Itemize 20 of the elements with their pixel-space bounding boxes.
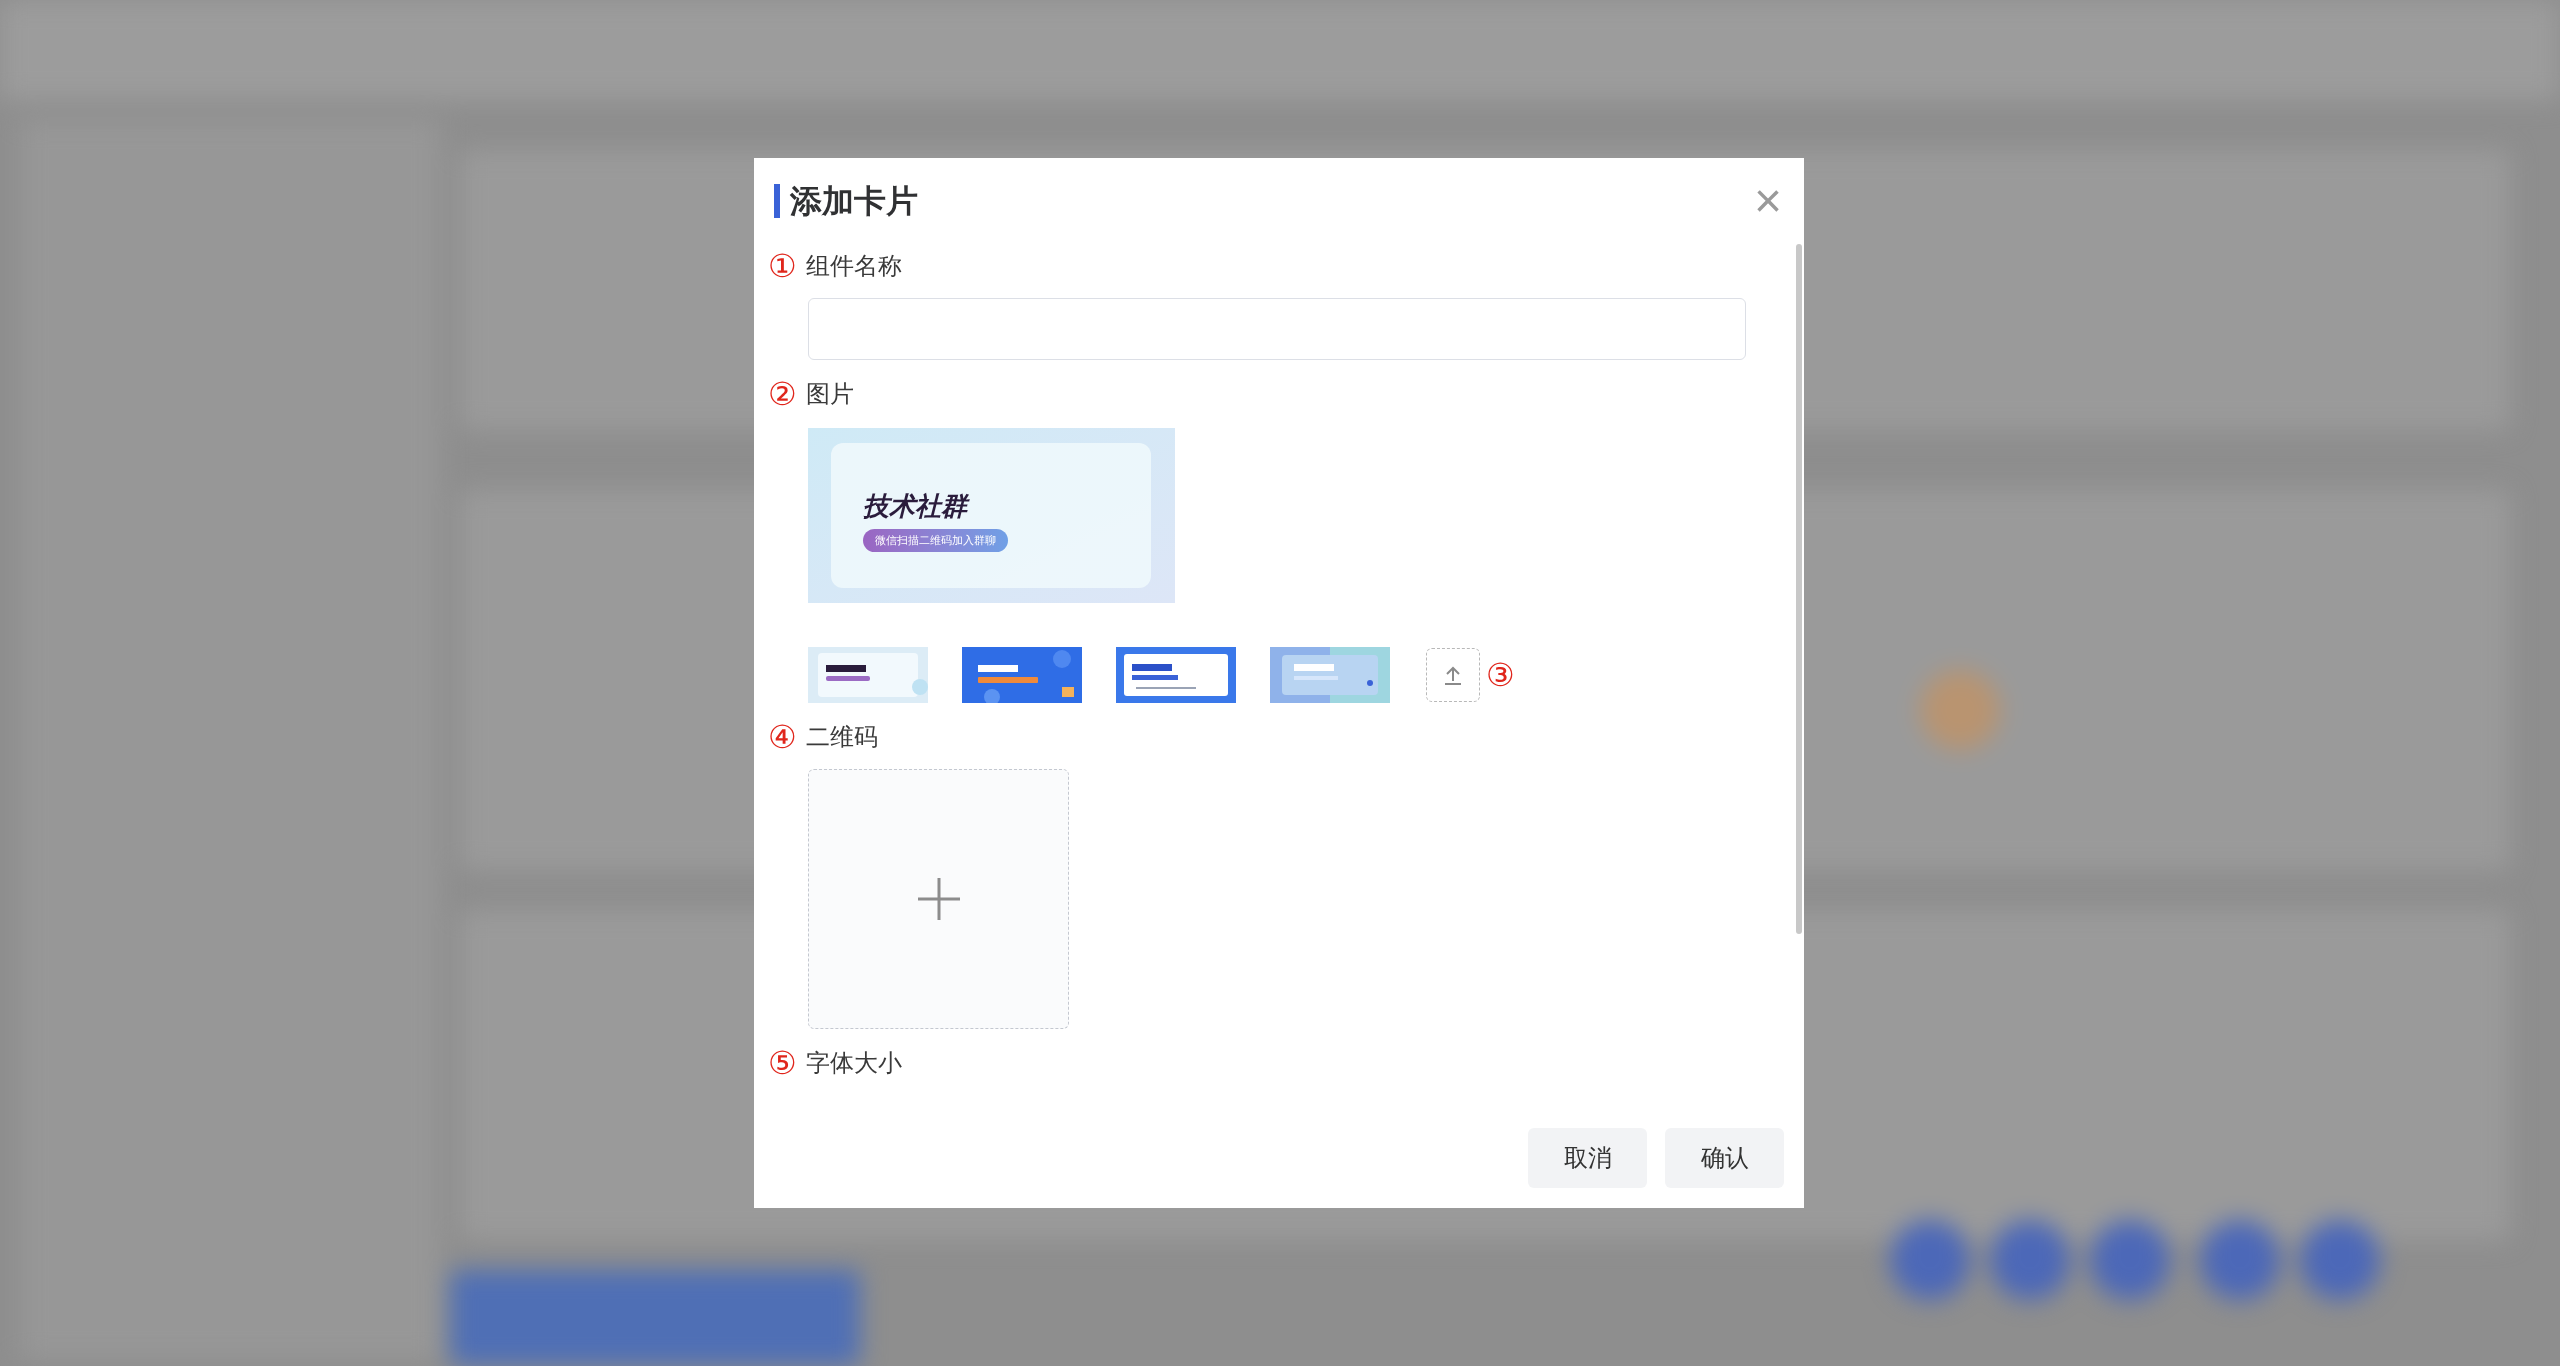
text-input-field[interactable] (808, 298, 1746, 360)
annotation-marker: ① (768, 250, 798, 282)
card-subtitle: 微信扫描二维码加入群聊 (863, 529, 1008, 552)
field-label: 字体大小 (806, 1048, 902, 1078)
dialog-button[interactable]: 取消 (1528, 1128, 1647, 1188)
annotation-marker: ④ (768, 721, 798, 753)
annotation-marker: ③ (1486, 659, 1516, 691)
annotation-marker: ② (768, 378, 798, 410)
field-label: 二维码 (806, 722, 878, 752)
field-label: 图片 (806, 379, 854, 409)
upload-button[interactable] (1426, 648, 1480, 702)
dialog-button[interactable]: 确认 (1665, 1128, 1784, 1188)
plus-icon (917, 878, 960, 920)
upload-icon (1442, 664, 1464, 686)
title-accent-bar (774, 184, 780, 218)
field-label: 组件名称 (806, 251, 902, 281)
card-title: 技术社群 (863, 493, 1151, 519)
annotation-marker: ⑤ (768, 1047, 798, 1079)
scrollbar[interactable] (1796, 244, 1802, 934)
dialog-title: 添加卡片 (790, 182, 918, 221)
